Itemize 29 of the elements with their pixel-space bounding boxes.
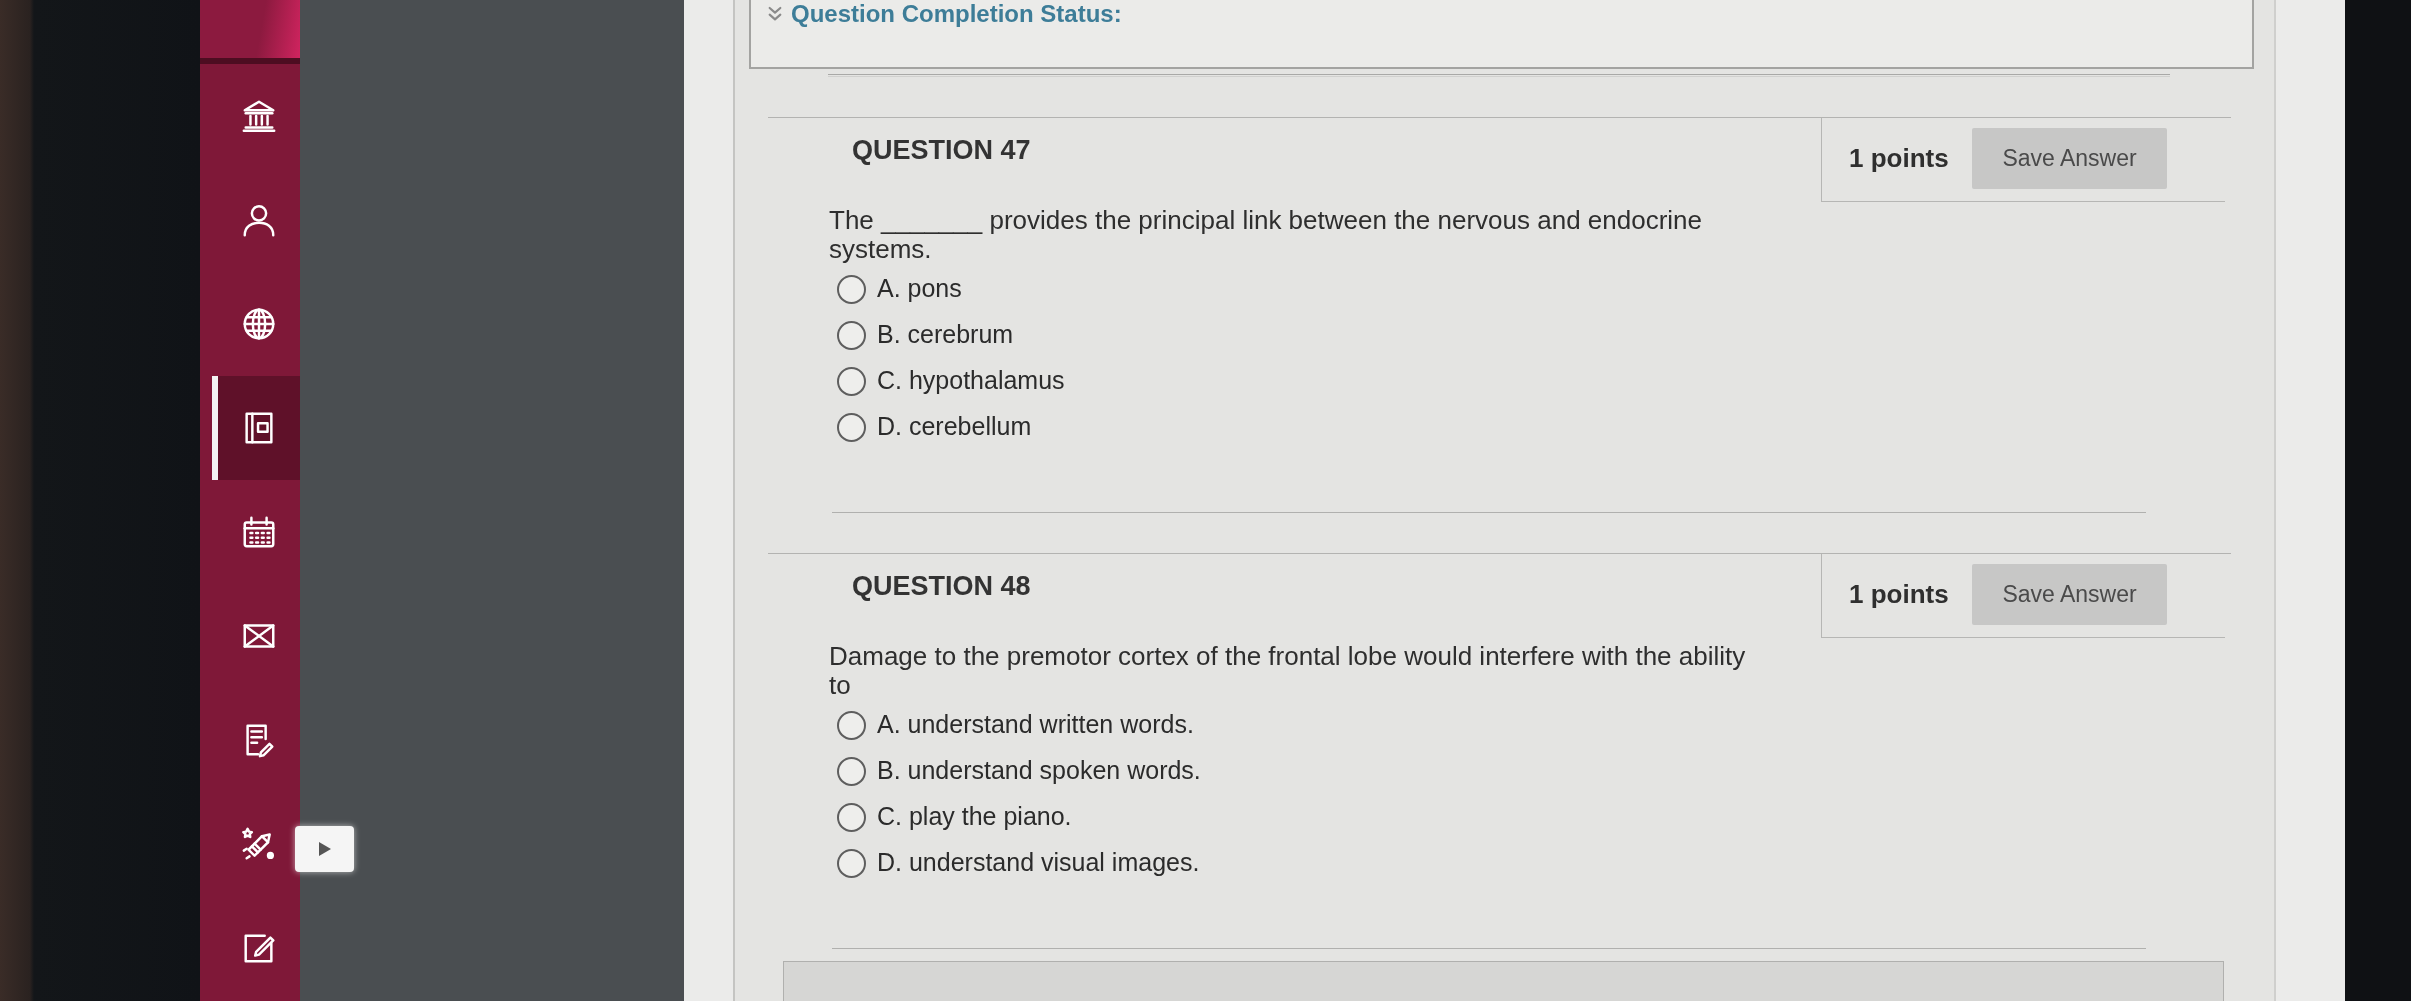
option-label[interactable]: D. cerebellum	[877, 408, 1032, 446]
radio-button[interactable]	[837, 710, 866, 740]
radio-button[interactable]	[837, 366, 866, 396]
radio-button[interactable]	[837, 802, 866, 832]
question-text: The _______ provides the principal link between the nervous and endocrine systems.	[829, 206, 1704, 264]
double-chevron-icon	[767, 6, 783, 22]
points-label: 1 points	[1849, 142, 1950, 175]
radio-button[interactable]	[837, 320, 866, 350]
triangle-icon	[317, 841, 332, 857]
save-answer-button[interactable]: Save Answer	[1972, 564, 2167, 625]
question-title: QUESTION 47	[851, 134, 1031, 166]
radio-button[interactable]	[837, 274, 866, 304]
question-title: QUESTION 48	[851, 570, 1031, 602]
sidebar-item[interactable]	[212, 376, 300, 480]
option-label[interactable]: A. pons	[877, 270, 962, 308]
save-answer-button[interactable]: Save Answer	[1972, 128, 2167, 189]
option-label[interactable]: C. hypothalamus	[877, 362, 1065, 400]
expand-button[interactable]	[295, 826, 354, 872]
radio-button[interactable]	[837, 756, 866, 786]
points-label: 1 points	[1849, 578, 1950, 611]
radio-button[interactable]	[837, 412, 866, 442]
radio-button[interactable]	[837, 848, 866, 878]
option-label[interactable]: B. cerebrum	[877, 316, 1014, 354]
option-label[interactable]: C. play the piano.	[877, 798, 1072, 836]
question-text: Damage to the premotor cortex of the frontal lobe would interfere with the ability to	[829, 642, 1747, 700]
status-toggle[interactable]: Question Completion Status:	[767, 0, 1122, 28]
option-label[interactable]: D. understand visual images.	[877, 844, 1200, 882]
option-label[interactable]: A. understand written words.	[877, 706, 1194, 744]
option-label[interactable]: B. understand spoken words.	[877, 752, 1201, 790]
